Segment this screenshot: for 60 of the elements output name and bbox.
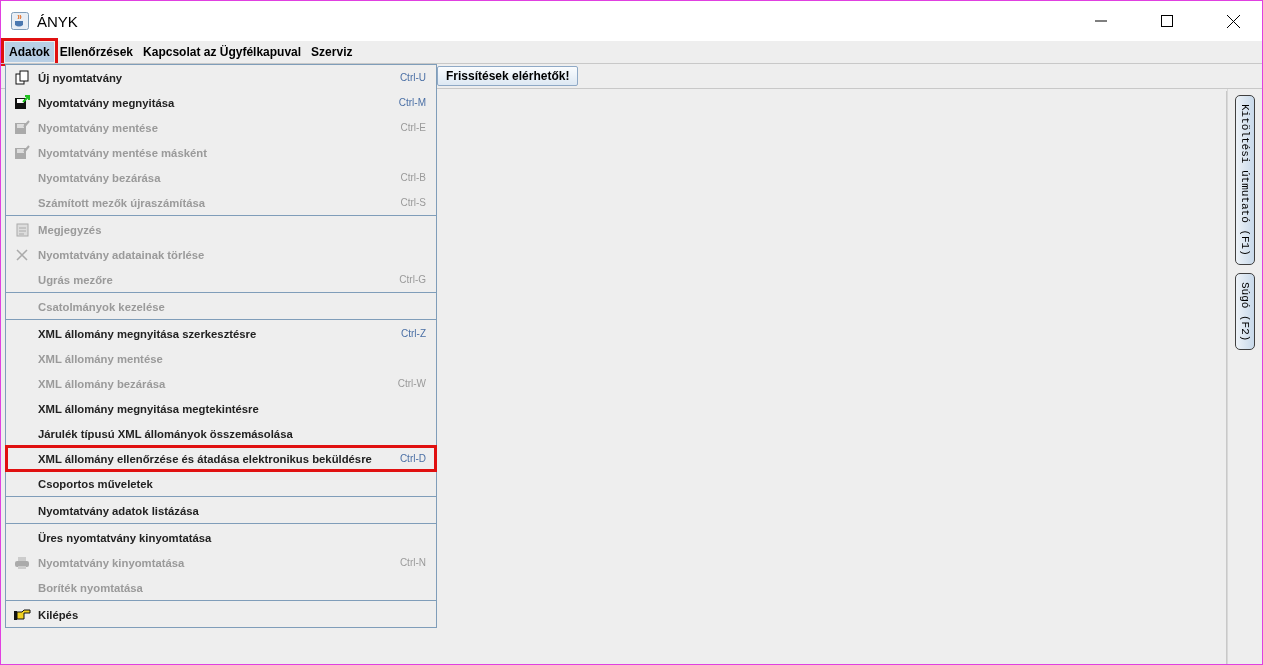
coffee-cup-icon [11,12,29,30]
menu-item-label: XML állomány bezárása [38,377,167,390]
menu-item-label: XML állomány megnyitása szerkesztésre [38,327,258,340]
side-tab[interactable]: Kitöltési útmutató (F1) [1235,95,1255,265]
menu-item-label: Megjegyzés [38,223,103,236]
menu-item-label: Új nyomtatvány [38,71,124,84]
shortcut-label: Ctrl-U [398,72,426,83]
menu-item-label: Csatolmányok kezelése [38,300,166,313]
menu-item[interactable]: Kilépés [6,602,436,627]
menu-item-label: Nyomtatvány kinyomtatása [38,556,186,569]
shortcut-label: Ctrl-M [397,97,426,108]
close-icon[interactable] [1226,14,1240,28]
menu-item[interactable]: XML állomány megnyitása megtekintésre [6,396,436,421]
shortcut-label: Ctrl-N [398,557,426,568]
floppy-pencil-icon [14,145,30,160]
shortcut-label: Ctrl-D [398,453,426,464]
shortcut-label: Ctrl-E [399,122,426,133]
menu-item-label: Nyomtatvány adatok listázása [38,504,200,517]
menu-item[interactable]: Járulék típusú XML állományok összemásolása [6,421,436,446]
menu-item-label: XML állomány mentése [38,352,164,365]
shortcut-label: Ctrl-G [398,274,426,285]
shortcut-label: Ctrl-S [399,197,426,208]
menu-item[interactable]: Nyomtatvány adatok listázása [6,498,436,523]
menu-item-label: Nyomtatvány adatainak törlése [38,248,206,261]
shortcut-label: Ctrl-Z [400,328,426,339]
menu-item[interactable]: Csoportos műveletek [6,471,436,496]
menu-item-label: XML állomány ellenőrzése és átadása elektronikus beküldésre [38,452,373,465]
menu-item-label: Üres nyomtatvány kinyomtatása [38,531,213,544]
menu-item-label: XML állomány megnyitása megtekintésre [38,402,260,415]
menu-item[interactable]: Új nyomtatvány Ctrl-U [6,65,436,90]
menu-item-label: Nyomtatvány megnyitása [38,96,176,109]
menu-item[interactable]: Üres nyomtatvány kinyomtatása [6,525,436,550]
side-tab[interactable]: Súgó (F2) [1235,272,1255,351]
window-title: ÁNYK [37,12,79,30]
menu-item-label: Számított mezők újraszámítása [38,196,206,209]
maximize-icon[interactable] [1161,15,1173,27]
notepad-icon [14,222,30,237]
menu-item-label: Nyomtatvány bezárása [38,171,162,184]
menu-item-label: Nyomtatvány mentése másként [38,146,208,159]
pointing-hand-icon [13,608,31,621]
menu-item-label: Csoportos műveletek [38,477,154,490]
menu-item-label: Ugrás mezőre [38,273,114,286]
pages-icon [14,70,30,85]
menu-item-label: Járulék típusú XML állományok összemásolása [38,427,294,440]
menu-item[interactable]: XML állomány ellenőrzése és átadása elektronikus beküldésre Ctrl-D [6,446,436,471]
shortcut-label: Ctrl-W [396,378,426,389]
printer-icon [14,555,30,570]
menu-title[interactable]: Szerviz [307,42,357,62]
menu-item[interactable]: XML állomány megnyitása szerkesztésre Ctrl-Z [6,321,436,346]
menu-item-label: Kilépés [38,608,80,621]
shortcut-label: Ctrl-B [399,172,426,183]
menu-title[interactable]: Ellenőrzések [55,42,138,62]
menu-item-label: Boríték nyomtatása [38,581,144,594]
menu-item-label: Nyomtatvány mentése [38,121,159,134]
floppy-pencil-icon [14,120,30,135]
menu-title[interactable]: Kapcsolat az Ügyfélkapuval [139,42,306,62]
floppy-arrow-icon [14,95,30,110]
cross-icon [15,247,29,262]
menu-item[interactable]: Nyomtatvány megnyitása Ctrl-M [6,90,436,115]
updates-button[interactable]: Frissítések elérhetők! [437,66,579,86]
